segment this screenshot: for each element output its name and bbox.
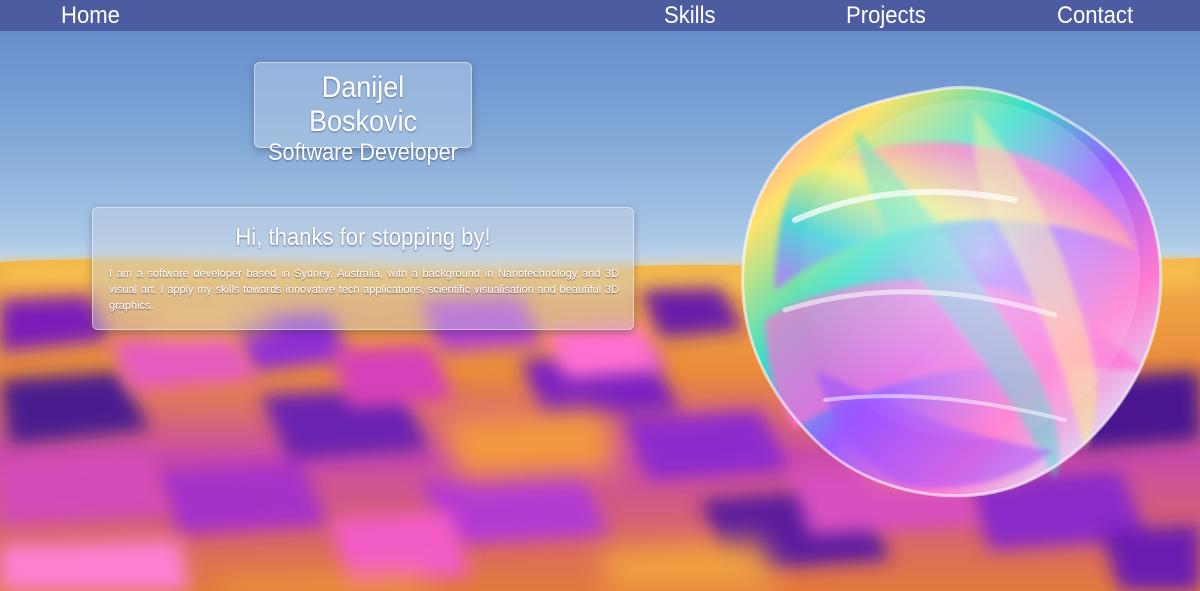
top-nav-bar: Home Skills Projects Contact xyxy=(0,0,1200,31)
nav-link-skills[interactable]: Skills xyxy=(664,1,716,31)
nav-link-contact[interactable]: Contact xyxy=(1057,1,1133,31)
nav-link-home[interactable]: Home xyxy=(61,1,120,31)
name-card: Danijel Boskovic Software Developer xyxy=(254,62,472,166)
intro-paragraph: I am a software developer based in Sydne… xyxy=(109,268,619,312)
intro-heading: Hi, thanks for stopping by! xyxy=(235,224,491,251)
iridescent-3d-blob-image xyxy=(741,85,1163,498)
nav-link-projects[interactable]: Projects xyxy=(846,1,926,31)
developer-role: Software Developer xyxy=(268,139,458,166)
page-background: Home Skills Projects Contact Danijel Bos… xyxy=(0,0,1200,591)
developer-name: Danijel Boskovic xyxy=(308,71,418,138)
intro-card: Hi, thanks for stopping by! I am a softw… xyxy=(92,207,634,330)
